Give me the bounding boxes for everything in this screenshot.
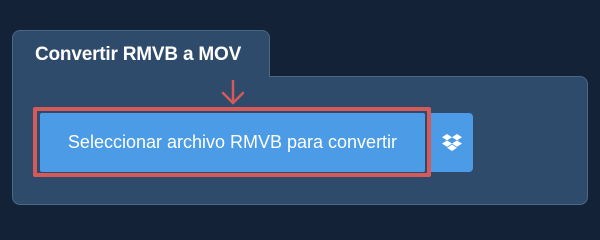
select-file-button-label: Seleccionar archivo RMVB para convertir <box>67 132 398 152</box>
select-file-button[interactable]: Seleccionar archivo RMVB para convertir <box>40 113 425 172</box>
dropbox-icon <box>442 133 462 151</box>
dropbox-button[interactable] <box>431 113 473 172</box>
tab-panel-join <box>13 70 269 80</box>
arrow-down-icon <box>221 80 245 105</box>
converter-title: Convertir RMVB a MOV <box>35 44 242 65</box>
